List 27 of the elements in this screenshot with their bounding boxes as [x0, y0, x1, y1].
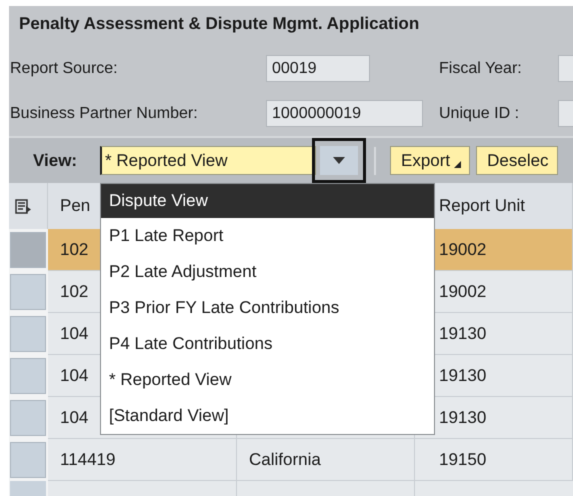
table-cell: 19150 [415, 439, 573, 481]
view-select-field[interactable]: * Reported View [100, 146, 316, 175]
toolbar-button[interactable]: Export [390, 146, 470, 175]
dropdown-button[interactable] [312, 138, 366, 183]
dropdown-option[interactable]: Dispute View [101, 184, 434, 218]
table-cell: 114419 [48, 439, 237, 481]
menu-triangle-icon [454, 161, 462, 168]
view-label: View: [33, 150, 78, 170]
table-cell: California [237, 439, 415, 481]
row-selector[interactable] [10, 274, 46, 310]
table-settings-icon[interactable] [15, 198, 32, 214]
toolbar-button[interactable]: Deselec [476, 146, 558, 175]
row-selector[interactable] [10, 316, 46, 352]
input-field[interactable]: 1000000019 [266, 100, 423, 126]
caret-icon [333, 157, 345, 164]
field-label: Report Source: [9, 59, 119, 79]
field-label: Business Partner Number: [9, 104, 199, 124]
field-label: Unique ID : [438, 104, 520, 124]
field-label: Fiscal Year: [438, 59, 523, 79]
input-field[interactable] [558, 100, 573, 126]
row-selector[interactable] [10, 442, 46, 478]
row-selector[interactable] [10, 232, 46, 268]
input-field[interactable]: 00019 [266, 55, 370, 82]
input-field[interactable] [558, 55, 573, 82]
window-title: Penalty Assessment & Dispute Mgmt. Application [18, 13, 420, 35]
row-selector[interactable] [10, 358, 46, 394]
row-selector[interactable] [10, 400, 46, 436]
